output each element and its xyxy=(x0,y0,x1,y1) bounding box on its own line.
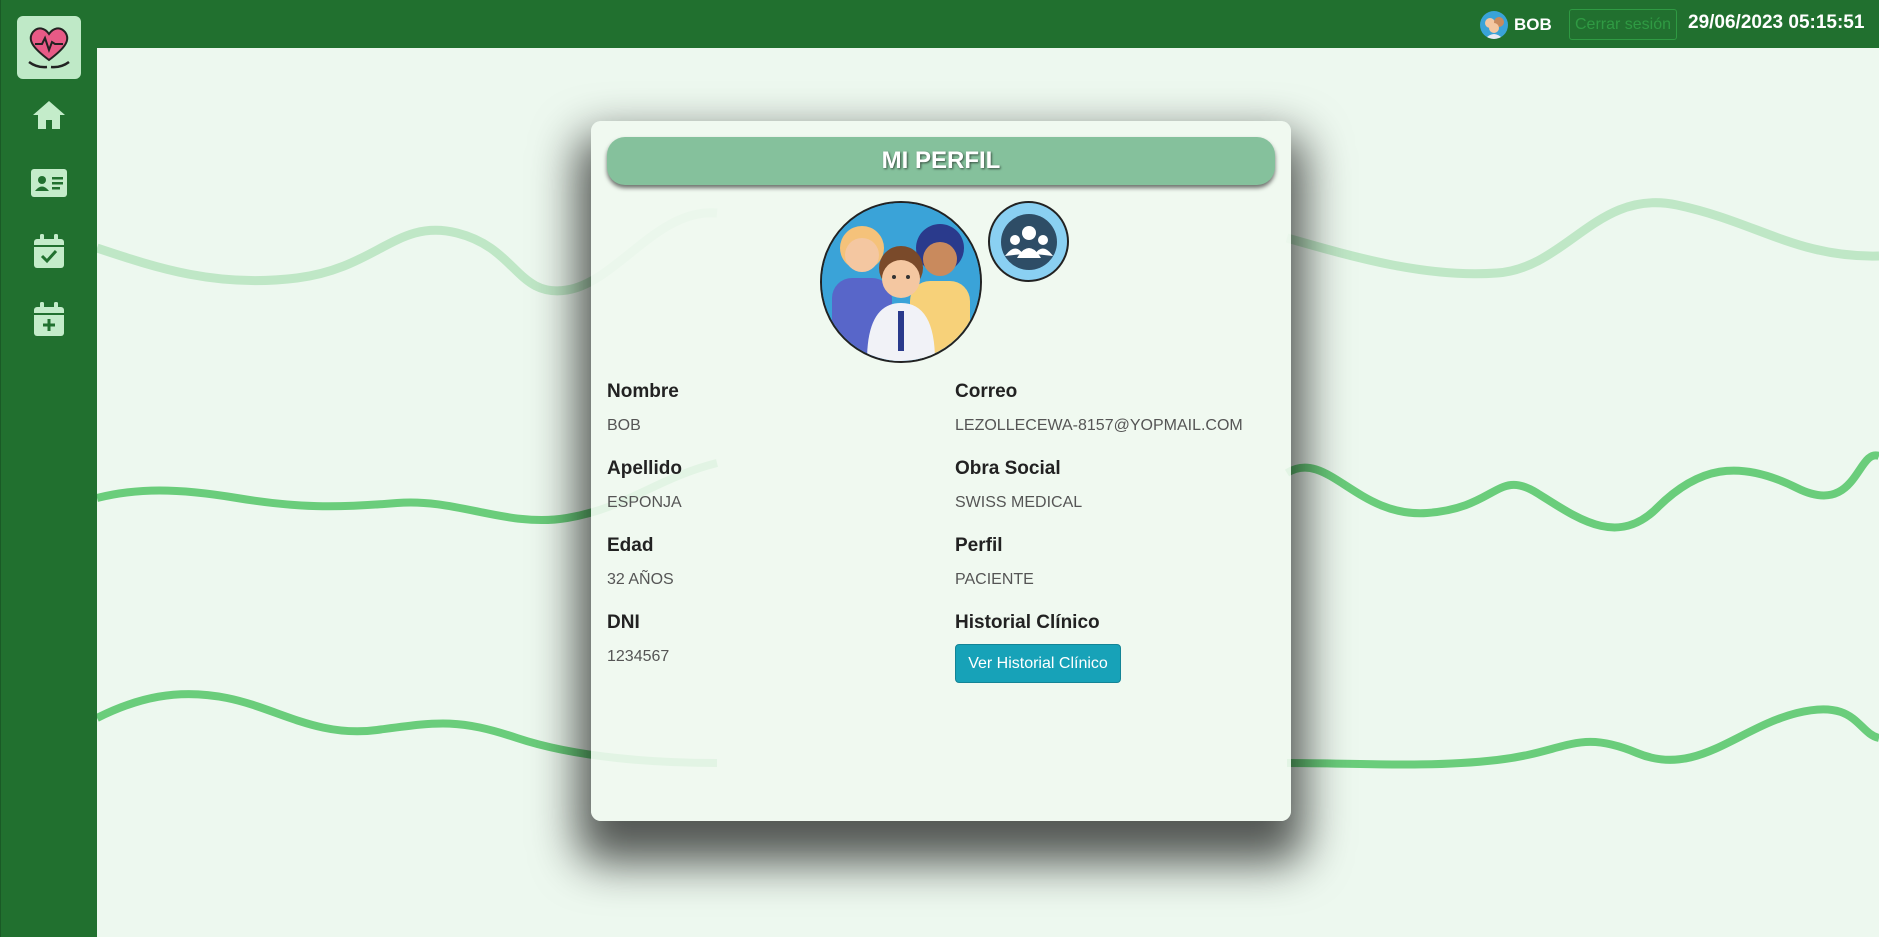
top-bar: BOB Cerrar sesión 29/06/2023 05:15:51 xyxy=(0,0,1879,48)
obra-social-label: Obra Social xyxy=(955,458,1061,479)
perfil-label: Perfil xyxy=(955,535,1003,556)
calendar-plus-icon[interactable] xyxy=(31,301,67,337)
edad-value: 32 AÑOS xyxy=(607,571,674,588)
obra-social-value: SWISS MEDICAL xyxy=(955,494,1083,511)
correo-label: Correo xyxy=(955,381,1018,402)
perfil-value: PACIENTE xyxy=(955,571,1034,588)
historial-label: Historial Clínico xyxy=(955,612,1100,633)
app-logo[interactable] xyxy=(17,16,81,79)
home-icon[interactable] xyxy=(31,97,67,133)
apellido-label: Apellido xyxy=(607,458,682,479)
sidebar xyxy=(0,0,97,937)
logout-button[interactable]: Cerrar sesión xyxy=(1569,9,1678,40)
datetime-display: 29/06/2023 05:15:51 xyxy=(1688,12,1865,33)
ver-historial-button[interactable]: Ver Historial Clínico xyxy=(955,644,1121,683)
user-menu[interactable]: BOB xyxy=(1480,10,1552,40)
dni-label: DNI xyxy=(607,612,640,633)
edad-label: Edad xyxy=(607,535,654,556)
heart-logo-icon xyxy=(28,26,70,68)
dni-value: 1234567 xyxy=(607,648,670,665)
correo-value: LEZOLLECEWA-8157@YOPMAIL.COM xyxy=(955,417,1243,434)
group-avatar-icon[interactable] xyxy=(988,201,1069,282)
nombre-label: Nombre xyxy=(607,381,679,402)
profile-title: MI PERFIL xyxy=(607,137,1275,185)
nombre-value: BOB xyxy=(607,417,641,434)
user-avatar xyxy=(1480,11,1508,39)
profile-photo xyxy=(820,201,982,363)
profile-card: MI PERFIL Nombre BOB Correo LEZOLLECEWA-… xyxy=(591,121,1291,821)
user-name: BOB xyxy=(1514,15,1552,34)
calendar-check-icon[interactable] xyxy=(31,233,67,269)
apellido-value: ESPONJA xyxy=(607,494,682,511)
id-card-icon[interactable] xyxy=(31,165,67,201)
